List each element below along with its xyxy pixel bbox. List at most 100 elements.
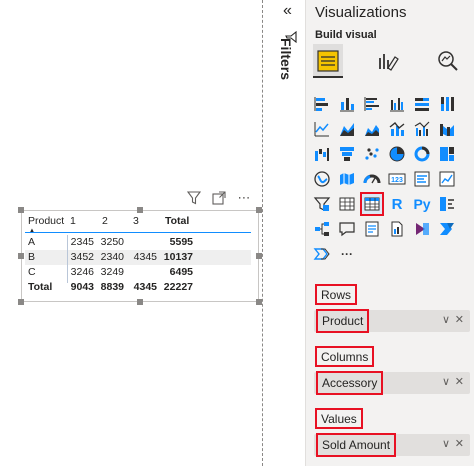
more-options-icon[interactable]: ⋯ [236, 190, 252, 206]
scatter-chart-icon[interactable] [362, 144, 382, 164]
stacked-column-chart-icon[interactable] [337, 94, 357, 114]
collapse-pane-icon[interactable]: « [283, 2, 292, 20]
table-cell: 2340 [100, 251, 124, 263]
resize-handle[interactable] [18, 207, 24, 213]
rows-field-name[interactable]: Product [316, 309, 370, 333]
canvas-page-border [262, 0, 263, 466]
filters-pane-label[interactable]: Filters [278, 38, 294, 80]
table-row: B 3452 2340 4345 10137 [25, 250, 251, 265]
remove-field-icon[interactable]: ✕ [455, 375, 464, 388]
multi-row-card-icon[interactable] [412, 169, 432, 189]
python-visual-icon[interactable]: Py [412, 194, 432, 214]
smart-narrative-icon[interactable] [362, 219, 382, 239]
table-cell: 9043 [70, 281, 94, 293]
pane-title: Visualizations [315, 4, 407, 21]
analytics-icon[interactable] [435, 48, 461, 74]
matrix-icon[interactable] [360, 192, 384, 216]
table-cell: 6495 [169, 266, 193, 278]
table-cell: 5595 [169, 236, 193, 248]
row-header[interactable]: C [28, 265, 36, 280]
resize-handle[interactable] [18, 253, 24, 259]
matrix-header-row: Product 1 2 3 Total [25, 213, 251, 231]
100-stacked-column-chart-icon[interactable] [437, 94, 457, 114]
table-cell: 3246 [70, 266, 94, 278]
format-visual-icon[interactable] [375, 48, 401, 74]
qna-icon[interactable] [337, 219, 357, 239]
treemap-icon[interactable] [437, 144, 457, 164]
remove-field-icon[interactable]: ✕ [455, 437, 464, 450]
paginated-report-icon[interactable] [387, 219, 407, 239]
matrix-table[interactable]: Product 1 2 3 Total ▲ A 2345 3250 5595 B… [25, 213, 251, 295]
stacked-bar-chart-icon[interactable] [312, 94, 332, 114]
table-cell: 2345 [70, 236, 94, 248]
total-row: Total 9043 8839 4345 22227 [25, 280, 251, 295]
chevron-down-icon[interactable]: ∨ [442, 375, 450, 388]
columns-field-name[interactable]: Accessory [316, 371, 384, 395]
row-header-divider [67, 235, 68, 283]
values-well-label: Values [315, 408, 363, 429]
row-header[interactable]: A [28, 235, 35, 250]
stacked-area-chart-icon[interactable] [362, 119, 382, 139]
pie-chart-icon[interactable] [387, 144, 407, 164]
donut-chart-icon[interactable] [412, 144, 432, 164]
column-header-total[interactable]: Total [165, 213, 189, 230]
sort-ascending-icon: ▲ [29, 228, 35, 234]
table-cell: 10137 [163, 251, 193, 263]
100-stacked-bar-chart-icon[interactable] [412, 94, 432, 114]
power-apps-icon[interactable] [412, 219, 432, 239]
visualizations-pane: Visualizations Build visual 123 R Py ···… [306, 0, 474, 466]
r-visual-icon[interactable]: R [387, 194, 407, 214]
line-chart-icon[interactable] [312, 119, 332, 139]
pane-subtitle: Build visual [315, 29, 377, 41]
waterfall-chart-icon[interactable] [312, 144, 332, 164]
line-and-clustered-column-icon[interactable] [412, 119, 432, 139]
table-cell: 22227 [163, 281, 193, 293]
funnel-chart-icon[interactable] [337, 144, 357, 164]
remove-field-icon[interactable]: ✕ [455, 313, 464, 326]
table-row: A 2345 3250 5595 [25, 235, 251, 250]
focus-mode-icon[interactable] [211, 190, 227, 206]
table-row: C 3246 3249 6495 [25, 265, 251, 280]
table-cell: 8839 [100, 281, 124, 293]
column-header-3[interactable]: 3 [133, 213, 139, 230]
filled-map-icon[interactable] [337, 169, 357, 189]
resize-handle[interactable] [18, 299, 24, 305]
card-icon[interactable]: 123 [387, 169, 407, 189]
clustered-column-chart-icon[interactable] [387, 94, 407, 114]
report-canvas[interactable]: ⋯ Product 1 2 3 Total ▲ A 2345 3250 5595… [0, 0, 262, 466]
filter-icon[interactable] [186, 190, 202, 206]
key-influencers-icon[interactable] [437, 194, 457, 214]
header-underline [25, 232, 251, 233]
values-field-name[interactable]: Sold Amount [316, 433, 397, 457]
svg-text:123: 123 [391, 177, 403, 184]
column-header-2[interactable]: 2 [102, 213, 108, 230]
more-visuals-icon[interactable] [312, 244, 332, 264]
table-cell: 3250 [100, 236, 124, 248]
resize-handle[interactable] [137, 299, 143, 305]
columns-well-label: Columns [315, 346, 375, 367]
gauge-icon[interactable] [362, 169, 382, 189]
decomposition-tree-icon[interactable] [312, 219, 332, 239]
build-visual-icon[interactable] [315, 48, 341, 74]
power-automate-icon[interactable] [437, 219, 457, 239]
chevron-down-icon[interactable]: ∨ [442, 313, 450, 326]
more-options-icon[interactable]: ··· [337, 244, 357, 264]
total-row-label: Total [28, 281, 53, 293]
kpi-icon[interactable] [437, 169, 457, 189]
line-and-stacked-column-icon[interactable] [387, 119, 407, 139]
rows-field-pill[interactable]: Product ∨ ✕ [314, 309, 470, 333]
area-chart-icon[interactable] [337, 119, 357, 139]
ribbon-chart-icon[interactable] [437, 119, 457, 139]
clustered-bar-chart-icon[interactable] [362, 94, 382, 114]
table-icon[interactable] [337, 194, 357, 214]
column-header-1[interactable]: 1 [70, 213, 76, 230]
map-icon[interactable] [312, 169, 332, 189]
table-cell: 3249 [100, 266, 124, 278]
table-cell: 4345 [133, 251, 157, 263]
row-header[interactable]: B [28, 250, 35, 265]
slicer-icon[interactable] [312, 194, 332, 214]
values-field-pill[interactable]: Sold Amount ∨ ✕ [314, 433, 470, 457]
columns-field-pill[interactable]: Accessory ∨ ✕ [314, 371, 470, 395]
chevron-down-icon[interactable]: ∨ [442, 437, 450, 450]
visual-header-toolbar: ⋯ [186, 190, 252, 206]
